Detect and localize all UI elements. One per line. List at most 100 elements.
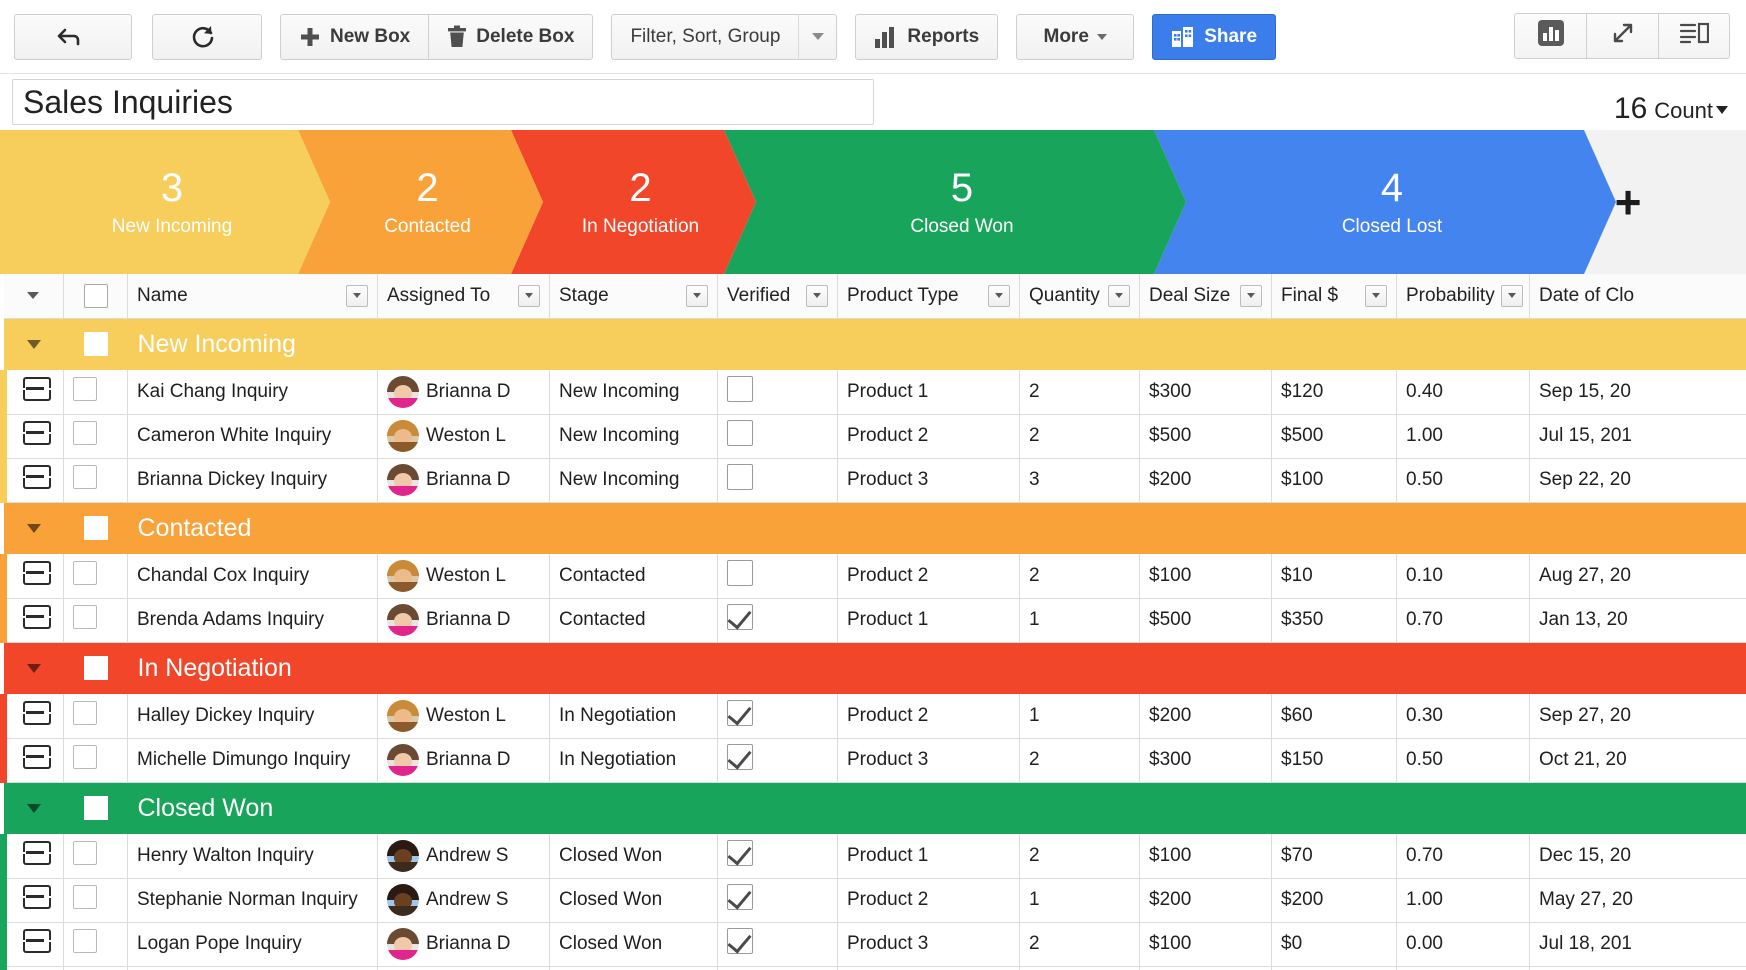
cell-quantity[interactable]: 2 [1019, 370, 1140, 415]
cell-verified[interactable] [717, 966, 838, 970]
table-row[interactable]: Halley Dickey Inquiry Weston L In Negotiat… [0, 694, 1746, 739]
cell-date-of-close[interactable]: Sep 27, 20 [1529, 694, 1746, 739]
record-count[interactable]: 16 Count [1614, 92, 1728, 126]
cell-probability[interactable]: 0.30 [1396, 694, 1530, 739]
column-header-select-all[interactable] [63, 274, 128, 319]
group-select-checkbox[interactable] [83, 516, 108, 541]
cell-deal-size[interactable]: $200 [1139, 694, 1272, 739]
group-select-checkbox-cell[interactable] [64, 318, 128, 370]
table-row[interactable]: Chandal Cox Inquiry Weston L Contacted Prod… [0, 554, 1746, 599]
group-select-checkbox[interactable] [83, 796, 108, 821]
row-expand-cell[interactable] [0, 414, 64, 459]
cell-verified[interactable] [717, 554, 838, 599]
cell-quantity[interactable]: 2 [1019, 834, 1140, 879]
column-header-name[interactable]: Name [127, 274, 378, 319]
group-collapse-toggle[interactable] [4, 318, 64, 370]
row-select-cell[interactable] [63, 458, 128, 503]
cell-final[interactable]: $0 [1271, 922, 1397, 967]
cell-product-type[interactable]: Product 3 [837, 966, 1020, 970]
share-button[interactable]: Share [1152, 13, 1277, 60]
cell-assigned-to[interactable]: Weston L [377, 694, 550, 739]
cell-deal-size[interactable]: $300 [1139, 738, 1272, 783]
row-select-checkbox[interactable] [73, 421, 97, 445]
cell-date-of-close[interactable]: Jul 15, 201 [1529, 414, 1746, 459]
cell-probability[interactable]: 0.40 [1396, 370, 1530, 415]
filter-icon-probability[interactable] [1500, 284, 1523, 307]
table-row[interactable]: Kai Chang Inquiry Brianna D New Incoming Pr… [0, 370, 1746, 415]
cell-final[interactable]: $70 [1271, 834, 1397, 879]
row-select-cell[interactable] [63, 738, 128, 783]
cell-date-of-close[interactable]: Aug 27, 20 [1529, 554, 1746, 599]
column-header-assigned-to[interactable]: Assigned To [377, 274, 550, 319]
row-expand-cell[interactable] [0, 834, 64, 879]
row-select-cell[interactable] [63, 922, 128, 967]
cell-quantity[interactable]: 2 [1019, 922, 1140, 967]
cell-stage[interactable]: New Incoming [549, 414, 718, 459]
expand-record-icon[interactable] [23, 605, 51, 629]
verified-checkbox[interactable] [727, 884, 753, 910]
cell-product-type[interactable]: Product 2 [837, 694, 1020, 739]
filter-icon-assigned-to[interactable] [518, 284, 540, 307]
cell-product-type[interactable]: Product 2 [837, 414, 1020, 459]
cell-final[interactable]: $200 [1271, 878, 1397, 923]
cell-name[interactable]: Stephanie Norman Inquiry [127, 878, 378, 923]
expand-record-icon[interactable] [23, 700, 51, 725]
table-row[interactable]: Henry Walton Inquiry Andrew S Closed Won Pr… [0, 834, 1746, 879]
cell-quantity[interactable]: 1 [1019, 966, 1140, 970]
row-select-checkbox[interactable] [73, 465, 97, 489]
group-collapse-toggle[interactable] [4, 782, 64, 834]
cell-stage[interactable]: Contacted [549, 554, 718, 599]
expand-record-icon[interactable] [23, 421, 51, 445]
row-expand-cell[interactable] [0, 694, 64, 739]
column-header-quantity[interactable]: Quantity [1019, 274, 1140, 319]
row-expand-cell[interactable] [0, 738, 64, 783]
cell-probability[interactable]: 0.00 [1396, 922, 1530, 967]
row-select-checkbox[interactable] [73, 700, 97, 725]
verified-checkbox[interactable] [727, 699, 753, 726]
cell-name[interactable]: Henry Walton Inquiry [127, 834, 378, 879]
column-header-expand[interactable] [3, 274, 64, 319]
column-header-product-type[interactable]: Product Type [837, 274, 1020, 319]
cell-name[interactable]: Cameron White Inquiry [127, 414, 378, 459]
group-collapse-toggle[interactable] [4, 502, 64, 554]
cell-product-type[interactable]: Product 3 [837, 922, 1020, 967]
expand-record-icon[interactable] [23, 885, 51, 909]
row-select-cell[interactable] [63, 554, 128, 599]
cell-final[interactable]: $60 [1271, 694, 1397, 739]
row-select-checkbox[interactable] [73, 929, 97, 953]
cell-probability[interactable]: 1.00 [1396, 414, 1530, 459]
column-header-final[interactable]: Final $ [1271, 274, 1397, 319]
cell-probability[interactable]: 0.50 [1396, 458, 1530, 503]
expand-record-icon[interactable] [23, 560, 51, 585]
cell-assigned-to[interactable]: Brianna D [377, 922, 550, 967]
cell-probability[interactable]: 0.50 [1396, 738, 1530, 783]
funnel-stage-in-negotiation[interactable]: 2 In Negotiation [511, 130, 756, 274]
more-button[interactable]: More [1016, 13, 1135, 60]
cell-verified[interactable] [717, 370, 838, 415]
verified-checkbox[interactable] [727, 839, 753, 866]
reports-button[interactable]: Reports [855, 13, 999, 60]
row-select-checkbox[interactable] [73, 560, 97, 585]
filter-icon-final[interactable] [1365, 284, 1387, 307]
cell-quantity[interactable]: 2 [1019, 738, 1140, 783]
filter-icon-name[interactable] [346, 284, 368, 307]
cell-probability[interactable]: 5.00 [1396, 966, 1530, 970]
group-select-checkbox-cell[interactable] [64, 782, 128, 834]
cell-assigned-to[interactable]: Andrew S [377, 878, 550, 923]
cell-final[interactable]: $100 [1271, 458, 1397, 503]
row-select-cell[interactable] [63, 834, 128, 879]
cell-deal-size[interactable]: $500 [1139, 414, 1272, 459]
filter-sort-group-dropdown[interactable] [799, 13, 838, 60]
cell-final[interactable]: $500 [1271, 966, 1397, 970]
cell-probability[interactable]: 0.70 [1396, 834, 1530, 879]
expand-button[interactable] [1586, 13, 1658, 59]
cell-quantity[interactable]: 1 [1019, 598, 1140, 643]
expand-record-icon[interactable] [23, 745, 51, 769]
cell-verified[interactable] [717, 694, 838, 739]
cell-stage[interactable]: Closed Won [549, 922, 718, 967]
cell-quantity[interactable]: 1 [1019, 694, 1140, 739]
cell-name[interactable]: Brianna Dickey Inquiry [127, 458, 378, 503]
group-header-row[interactable]: In Negotiation [3, 642, 1746, 694]
cell-deal-size[interactable]: $100 [1139, 966, 1272, 970]
cell-verified[interactable] [717, 834, 838, 879]
